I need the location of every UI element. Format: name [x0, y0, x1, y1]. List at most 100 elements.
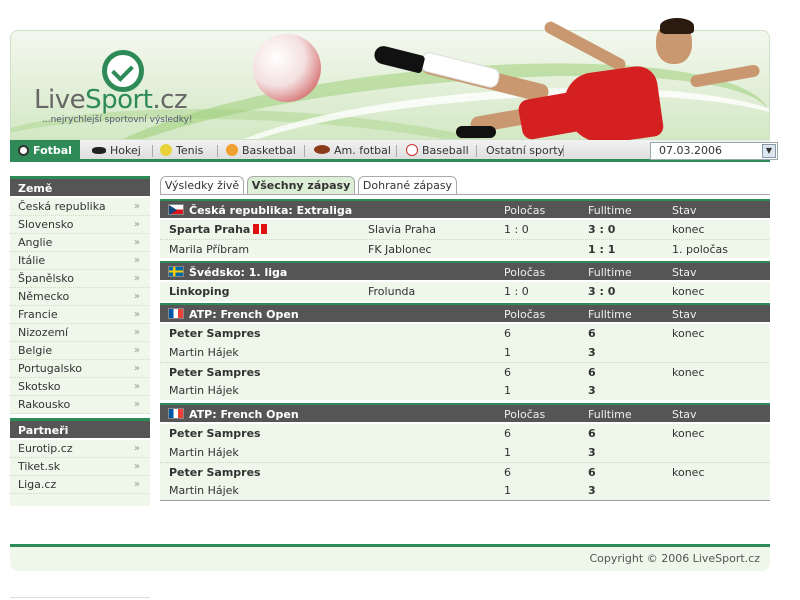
- set-score: 6: [504, 327, 511, 340]
- sidebar-item-spanelsko[interactable]: Španělsko »: [10, 270, 150, 288]
- full-score: 3: [588, 446, 596, 459]
- chevron-right-icon: »: [133, 381, 140, 392]
- match-row[interactable]: Sparta Praha Slavia Praha 1 : 0 3 : 0 ko…: [160, 220, 770, 239]
- match-status: konec: [672, 327, 705, 340]
- chevron-right-icon: »: [133, 309, 140, 320]
- sidebar-item-label: Německo: [18, 290, 70, 303]
- logo-part-live: Live: [34, 85, 86, 115]
- chevron-right-icon: »: [133, 443, 140, 454]
- sidebar-item-label: Eurotip.cz: [18, 442, 73, 455]
- match-row[interactable]: Marila Příbram FK Jablonec 1 : 1 1. polo…: [160, 239, 770, 258]
- full-score: 6: [588, 427, 596, 440]
- tab-dohrane-zapasy[interactable]: Dohrané zápasy: [358, 176, 457, 195]
- chevron-right-icon: »: [133, 255, 140, 266]
- nav-item-baseball[interactable]: Baseball: [406, 140, 469, 162]
- tab-vysledky-zive[interactable]: Výsledky živě: [160, 176, 244, 195]
- nav-label: Fotbal: [33, 144, 72, 157]
- sidebar-item-slovensko[interactable]: Slovensko »: [10, 216, 150, 234]
- sidebar-item-label: Anglie: [18, 236, 53, 249]
- home-team: Linkoping: [169, 285, 230, 298]
- full-score: 3 : 0: [588, 285, 616, 298]
- set-score: 1: [504, 346, 511, 359]
- logo-slogan: ...nejrychlejší sportovní výsledky!: [42, 115, 193, 125]
- sidebar-item-rakousko[interactable]: Rakousko »: [10, 396, 150, 414]
- match-status: konec: [672, 285, 705, 298]
- sidebar-item-ceska-republika[interactable]: Česká republika »: [10, 198, 150, 216]
- group-header: Česká republika: Extraliga Poločas Fullt…: [160, 199, 770, 218]
- set-score: 1: [504, 484, 511, 497]
- nav-label: Ostatní sporty: [486, 144, 565, 157]
- sidebar-item-nizozemi[interactable]: Nizozemí »: [10, 324, 150, 342]
- chevron-right-icon: »: [133, 237, 140, 248]
- match-row[interactable]: Peter Sampres 6 6 konec: [160, 324, 770, 343]
- group-header: Švédsko: 1. liga Poločas Fulltime Stav: [160, 261, 770, 280]
- chevron-right-icon: »: [133, 363, 140, 374]
- match-row[interactable]: Martin Hájek 1 3: [160, 343, 770, 362]
- chevron-right-icon: »: [133, 327, 140, 338]
- site-logo[interactable]: LiveSport.cz: [34, 85, 188, 115]
- sidebar-item-anglie[interactable]: Anglie »: [10, 234, 150, 252]
- player-name: Martin Hájek: [169, 484, 239, 497]
- group-header: ATP: French Open Poločas Fulltime Stav: [160, 403, 770, 422]
- match-row[interactable]: Peter Sampres 6 6 konec: [160, 424, 770, 443]
- match-row[interactable]: Martin Hájek 1 3: [160, 443, 770, 462]
- sidebar-item-nemecko[interactable]: Německo »: [10, 288, 150, 306]
- sidebar-item-skotsko[interactable]: Skotsko »: [10, 378, 150, 396]
- group-title-text: ATP: French Open: [189, 408, 299, 421]
- match-status: konec: [672, 366, 705, 379]
- basketball-icon: [226, 144, 238, 156]
- sidebar-item-label: Itálie: [18, 254, 46, 267]
- chevron-right-icon: »: [133, 219, 140, 230]
- sidebar-item-liga[interactable]: Liga.cz »: [10, 476, 150, 494]
- col-header-full: Fulltime: [588, 408, 632, 421]
- full-score: 3: [588, 484, 596, 497]
- away-team: FK Jablonec: [368, 243, 432, 256]
- date-select[interactable]: 07.03.2006 ▼: [650, 142, 778, 160]
- nav-item-ostatni-sporty[interactable]: Ostatní sporty: [486, 140, 564, 162]
- sidebar-item-francie[interactable]: Francie »: [10, 306, 150, 324]
- nav-label: Tenis: [176, 144, 204, 157]
- sidebar-item-label: Česká republika: [18, 200, 106, 213]
- col-header-half: Poločas: [504, 204, 546, 217]
- nav-divider: [152, 145, 153, 157]
- nav-divider: [217, 145, 218, 157]
- nav-item-basketbal[interactable]: Basketbal: [226, 140, 296, 162]
- full-score: 6: [588, 327, 596, 340]
- chevron-right-icon: »: [133, 345, 140, 356]
- sidebar-item-belgie[interactable]: Belgie »: [10, 342, 150, 360]
- match-row[interactable]: Linkoping Frolunda 1 : 0 3 : 0 konec: [160, 282, 770, 301]
- sidebar-countries-title: Země: [10, 176, 150, 196]
- bottom-divider: [10, 597, 150, 598]
- match-row[interactable]: Peter Sampres 6 6 konec: [160, 462, 770, 481]
- french-flag-icon: [168, 308, 184, 319]
- sidebar-item-label: Slovensko: [18, 218, 74, 231]
- player-name: Martin Hájek: [169, 446, 239, 459]
- group-title: ATP: French Open: [168, 405, 299, 424]
- group-body: Linkoping Frolunda 1 : 0 3 : 0 konec: [160, 282, 770, 301]
- sidebar-item-label: Skotsko: [18, 380, 61, 393]
- match-row[interactable]: Martin Hájek 1 3: [160, 381, 770, 400]
- match-row[interactable]: Martin Hájek 1 3: [160, 481, 770, 500]
- results-bottom-rule: [160, 500, 770, 501]
- set-score: 1: [504, 446, 511, 459]
- match-row[interactable]: Peter Sampres 6 6 konec: [160, 362, 770, 381]
- nav-item-hokej[interactable]: Hokej: [92, 140, 141, 162]
- tab-vsechny-zapasy[interactable]: Všechny zápasy: [247, 176, 355, 195]
- sidebar-item-eurotip[interactable]: Eurotip.cz »: [10, 440, 150, 458]
- sidebar-item-label: Belgie: [18, 344, 53, 357]
- nav-item-tenis[interactable]: Tenis: [160, 140, 203, 162]
- group-title-text: Švédsko: 1. liga: [189, 266, 288, 279]
- player-name: Peter Sampres: [169, 327, 261, 340]
- nav-item-fotbal[interactable]: Fotbal: [10, 140, 80, 162]
- nav-item-am-fotbal[interactable]: Am. fotbal: [314, 140, 391, 162]
- soccer-ball-image: [253, 34, 321, 102]
- sidebar-item-portugalsko[interactable]: Portugalsko »: [10, 360, 150, 378]
- col-header-half: Poločas: [504, 308, 546, 321]
- full-score: 3 : 0: [588, 223, 616, 236]
- sidebar-item-italie[interactable]: Itálie »: [10, 252, 150, 270]
- chevron-down-icon[interactable]: ▼: [762, 144, 776, 158]
- match-status: 1. poločas: [672, 243, 729, 256]
- sidebar-item-tiket[interactable]: Tiket.sk »: [10, 458, 150, 476]
- sidebar-countries-list: Česká republika » Slovensko » Anglie » Itál…: [10, 198, 150, 414]
- full-score: 6: [588, 466, 596, 479]
